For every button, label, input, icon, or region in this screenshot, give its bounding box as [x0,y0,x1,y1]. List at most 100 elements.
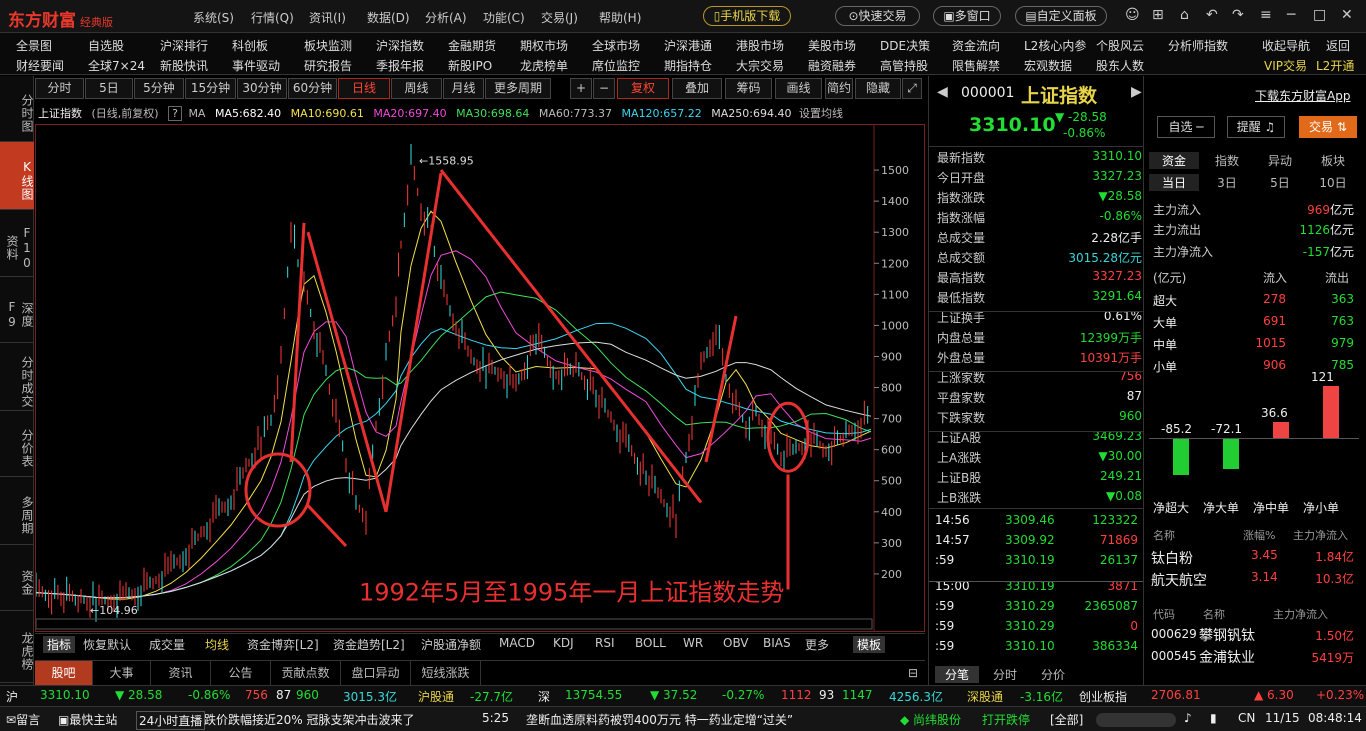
quick-trade-button[interactable]: ⊙快速交易 [835,6,920,26]
fund-period-1[interactable]: 3日 [1202,174,1252,191]
bottom-tab-1[interactable]: 大事 [93,661,151,685]
menu-function[interactable]: 功能(C) [483,9,525,26]
chart-tool-4[interactable]: 简约 [825,78,853,99]
minimize-icon[interactable]: ─ [1287,7,1295,23]
bell-icon-ticker[interactable]: ♪ [1184,711,1192,725]
side-tab-2[interactable]: F10资料 [0,210,34,277]
help-icon[interactable]: ? [168,106,182,121]
period-0[interactable]: 分时 [35,78,84,99]
hot-stock[interactable]: ◆ 尚纬股份 [900,711,961,728]
nav-item-3[interactable]: 科创板 [232,37,268,54]
forward-icon[interactable]: ↷ [1232,7,1244,23]
maximize-icon[interactable]: □ [1313,7,1326,23]
nav-sub-item-9[interactable]: 期指持仓 [664,57,712,74]
add-favorite-button[interactable]: 自选 ─ [1157,116,1215,138]
nav-sub-item-13[interactable]: 限售解禁 [952,57,1000,74]
nav-item-0[interactable]: 全景图 [16,37,52,54]
indicator-4[interactable]: 资金博弈[L2] [247,636,319,653]
nav-sub-item-2[interactable]: 新股快讯 [160,57,208,74]
lang[interactable]: CN [1238,711,1255,725]
live-tab[interactable]: 24小时直播 [136,711,206,730]
nav-sub-item-10[interactable]: 大宗交易 [736,57,784,74]
menu-help[interactable]: 帮助(H) [599,9,641,26]
home-icon[interactable]: ⌂ [1180,7,1189,23]
nav-item-5[interactable]: 沪深指数 [376,37,424,54]
fund-tab-2[interactable]: 异动 [1255,152,1305,169]
panel-toggle-icon[interactable]: ⊟ [901,661,925,685]
fund-tab-1[interactable]: 指数 [1202,152,1252,169]
indicator-11[interactable]: WR [683,636,703,650]
fund-tab-3[interactable]: 板块 [1308,152,1358,169]
cyb-label[interactable]: 创业板指 [1079,688,1127,705]
nav-sub-item-0[interactable]: 财经要闻 [16,57,64,74]
nav-item-15[interactable]: 个股风云 [1096,37,1144,54]
fastest-server-button[interactable]: ▣最快主站 [58,711,117,728]
bottom-tab-3[interactable]: 公告 [211,661,271,685]
fund-period-3[interactable]: 10日 [1308,174,1358,191]
fund-period-0[interactable]: 当日 [1149,174,1199,191]
indicator-13[interactable]: BIAS [763,636,791,650]
kline-chart[interactable]: 200 300 400 500 600 700 800 900 1000 1100 1200 1300… [35,124,925,632]
side-tab-7[interactable]: 资金 [0,545,34,611]
nav-sub-item-3[interactable]: 事件驱动 [232,57,280,74]
nav-sub-item-15[interactable]: 股东人数 [1096,57,1144,74]
period-4[interactable]: 30分钟 [237,78,287,99]
nav-item-2[interactable]: 沪深排行 [160,37,208,54]
period-3[interactable]: 15分钟 [185,78,236,99]
bottom-tab-6[interactable]: 短线涨跌 [411,661,481,685]
period-1[interactable]: 5日 [85,78,133,99]
indicator-5[interactable]: 资金趋势[L2] [333,636,405,653]
period-7[interactable]: 周线 [391,78,442,99]
chart-tool-0[interactable]: 复权 [617,78,669,99]
indicator-14[interactable]: 更多 [805,636,829,653]
nav-item-9[interactable]: 沪深港通 [664,37,712,54]
side-tab-4[interactable]: 分时成交 [0,343,34,411]
side-tab-0[interactable]: 分时图 [0,76,34,142]
menu-icon[interactable]: ≡ [1260,7,1272,23]
tick-tab-0[interactable]: 分笔 [935,666,979,683]
nav-sub-item-4[interactable]: 研究报告 [304,57,352,74]
trade-button[interactable]: 交易 ⇅ [1299,116,1357,138]
side-tab-6[interactable]: 多周期 [0,477,34,545]
side-tab-5[interactable]: 分价表 [0,411,34,477]
nav-item-1[interactable]: 自选股 [88,37,124,54]
nav-item-6[interactable]: 金融期货 [448,37,496,54]
stock2-code-0[interactable]: 000629 [1151,627,1197,641]
indicator-7[interactable]: MACD [499,636,535,650]
indicator-3[interactable]: 均线 [205,636,229,653]
period-8[interactable]: 月线 [443,78,484,99]
menu-analysis[interactable]: 分析(A) [425,9,467,26]
fund-period-2[interactable]: 5日 [1255,174,1305,191]
all-filter[interactable]: [全部] [1050,711,1083,728]
nav-item-18[interactable]: 返回 [1326,37,1350,54]
bottom-tab-0[interactable]: 股吧 [35,661,93,685]
period-5[interactable]: 60分钟 [288,78,337,99]
stock2-name-1[interactable]: 金浦钛业 [1199,647,1255,667]
prev-arrow-icon[interactable]: ◀ [937,84,948,100]
nav-item-7[interactable]: 期权市场 [520,37,568,54]
side-tab-1[interactable]: K线图 [0,142,34,210]
nav-item-17[interactable]: 收起导航 [1262,37,1310,54]
menu-system[interactable]: 系统(S) [193,9,234,26]
indicator-9[interactable]: RSI [595,636,615,650]
back-icon[interactable]: ↶ [1206,7,1218,23]
nav-item-4[interactable]: 板块监测 [304,37,352,54]
mobile-download-button[interactable]: ▯手机版下载 [703,6,791,26]
multi-window-button[interactable]: ▣多窗口 [933,6,1001,26]
nav-sub-item-12[interactable]: 高管持股 [880,57,928,74]
zoom-out-button[interactable]: − [593,78,615,99]
indicator-2[interactable]: 成交量 [149,636,185,653]
bottom-tab-5[interactable]: 盘口异动 [341,661,411,685]
search-bar[interactable] [1096,713,1176,727]
chart-tool-5[interactable]: 隐藏 [855,78,901,99]
side-tab-8[interactable]: 龙虎榜 [0,611,34,683]
nav-item-16[interactable]: 分析师指数 [1168,37,1228,54]
nav-sub-item-14[interactable]: 宏观数据 [1024,57,1072,74]
period-6[interactable]: 日线 [338,78,390,99]
bottom-tab-2[interactable]: 资讯 [151,661,211,685]
chart-tool-1[interactable]: 叠加 [672,78,722,99]
menu-news[interactable]: 资讯(I) [309,9,346,26]
indicator-15[interactable]: 模板 [853,636,886,653]
nav-item-14[interactable]: L2核心内参 [1024,37,1086,54]
menu-quotes[interactable]: 行情(Q) [251,9,294,26]
